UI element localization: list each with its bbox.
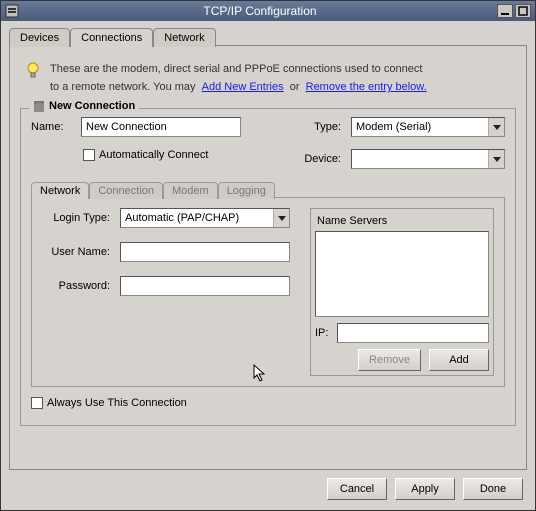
connection-groupbox: New Connection Name: Automatically Conne…: [20, 108, 516, 426]
type-combo[interactable]: Modem (Serial): [351, 117, 505, 137]
type-value: Modem (Serial): [352, 121, 488, 133]
password-input[interactable]: [120, 276, 290, 296]
name-label: Name:: [31, 121, 75, 133]
subtab-modem[interactable]: Modem: [163, 182, 218, 199]
connections-panel: These are the modem, direct serial and P…: [9, 45, 527, 470]
name-input[interactable]: [81, 117, 241, 137]
name-servers-label: Name Servers: [315, 213, 489, 231]
window: TCP/IP Configuration Devices Connections…: [0, 0, 536, 511]
checkbox-icon: [83, 149, 95, 161]
intro-line1: These are the modem, direct serial and P…: [50, 63, 422, 75]
subtab-connection[interactable]: Connection: [89, 182, 163, 199]
content-area: Devices Connections Network These are th…: [1, 21, 535, 510]
groupbox-legend: New Connection: [29, 100, 139, 112]
dialog-buttons: Cancel Apply Done: [9, 470, 527, 502]
login-type-label: Login Type:: [42, 212, 114, 224]
intro-text-block: These are the modem, direct serial and P…: [20, 56, 516, 100]
tab-devices[interactable]: Devices: [9, 28, 70, 47]
subtab-logging[interactable]: Logging: [218, 182, 275, 199]
intro-line2a: to a remote network. You may: [50, 81, 196, 93]
remove-ns-button[interactable]: Remove: [358, 349, 421, 371]
lightbulb-icon: [26, 62, 40, 80]
main-tabs: Devices Connections Network: [9, 27, 527, 46]
sub-tabs: Network Connection Modem Logging: [31, 181, 505, 198]
username-label: User Name:: [42, 246, 114, 258]
login-type-combo[interactable]: Automatic (PAP/CHAP): [120, 208, 290, 228]
name-servers-list[interactable]: [315, 231, 489, 317]
checkbox-icon: [31, 397, 43, 409]
always-use-checkbox[interactable]: Always Use This Connection: [31, 397, 187, 409]
apply-button[interactable]: Apply: [395, 478, 455, 500]
ip-input[interactable]: [337, 323, 489, 343]
window-title: TCP/IP Configuration: [25, 4, 495, 18]
name-servers-box: Name Servers IP: Remove Add: [310, 208, 494, 376]
tab-connections[interactable]: Connections: [70, 28, 153, 47]
chevron-down-icon: [273, 209, 289, 227]
titlebar: TCP/IP Configuration: [1, 1, 535, 21]
ip-label: IP:: [315, 327, 333, 339]
intro-text: These are the modem, direct serial and P…: [50, 60, 427, 96]
tab-network[interactable]: Network: [153, 28, 215, 47]
chevron-down-icon: [488, 150, 504, 168]
minimize-button[interactable]: [497, 4, 513, 18]
auto-connect-label: Automatically Connect: [99, 149, 208, 161]
always-use-label: Always Use This Connection: [47, 397, 187, 409]
maximize-button[interactable]: [515, 4, 531, 18]
chevron-down-icon: [488, 118, 504, 136]
username-input[interactable]: [120, 242, 290, 262]
auto-connect-checkbox[interactable]: Automatically Connect: [83, 149, 208, 161]
system-menu-icon[interactable]: [5, 4, 19, 18]
device-combo[interactable]: [351, 149, 505, 169]
type-label: Type:: [295, 121, 345, 133]
trash-icon: [33, 100, 45, 112]
groupbox-title: New Connection: [49, 100, 135, 112]
login-type-value: Automatic (PAP/CHAP): [121, 212, 273, 224]
add-entries-link[interactable]: Add New Entries: [202, 81, 284, 93]
subtab-network[interactable]: Network: [31, 182, 89, 199]
device-label: Device:: [295, 153, 345, 165]
cancel-button[interactable]: Cancel: [327, 478, 387, 500]
intro-line2b: or: [290, 81, 300, 93]
password-label: Password:: [42, 280, 114, 292]
remove-entry-link[interactable]: Remove the entry below.: [306, 81, 427, 93]
network-subpanel: Login Type: Automatic (PAP/CHAP) User Na…: [31, 197, 505, 387]
add-ns-button[interactable]: Add: [429, 349, 489, 371]
done-button[interactable]: Done: [463, 478, 523, 500]
